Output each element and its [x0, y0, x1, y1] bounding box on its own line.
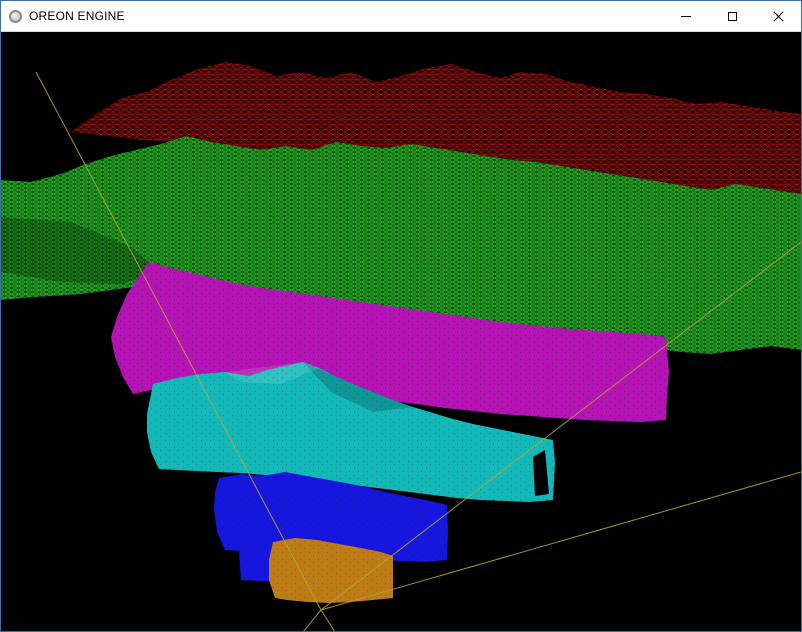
terrain-scene: [1, 32, 801, 631]
window-title: OREON ENGINE: [29, 9, 125, 23]
window-controls: [663, 1, 801, 31]
app-icon[interactable]: [9, 9, 22, 23]
maximize-button[interactable]: [709, 1, 755, 31]
titlebar[interactable]: OREON ENGINE: [1, 1, 801, 32]
render-viewport[interactable]: [1, 32, 801, 631]
app-window: OREON ENGINE: [0, 0, 802, 632]
close-button[interactable]: [755, 1, 801, 31]
minimize-button[interactable]: [663, 1, 709, 31]
window-maximize-icon: [727, 11, 737, 21]
window-minimize-icon: [681, 15, 691, 17]
window-close-icon: [773, 11, 784, 22]
